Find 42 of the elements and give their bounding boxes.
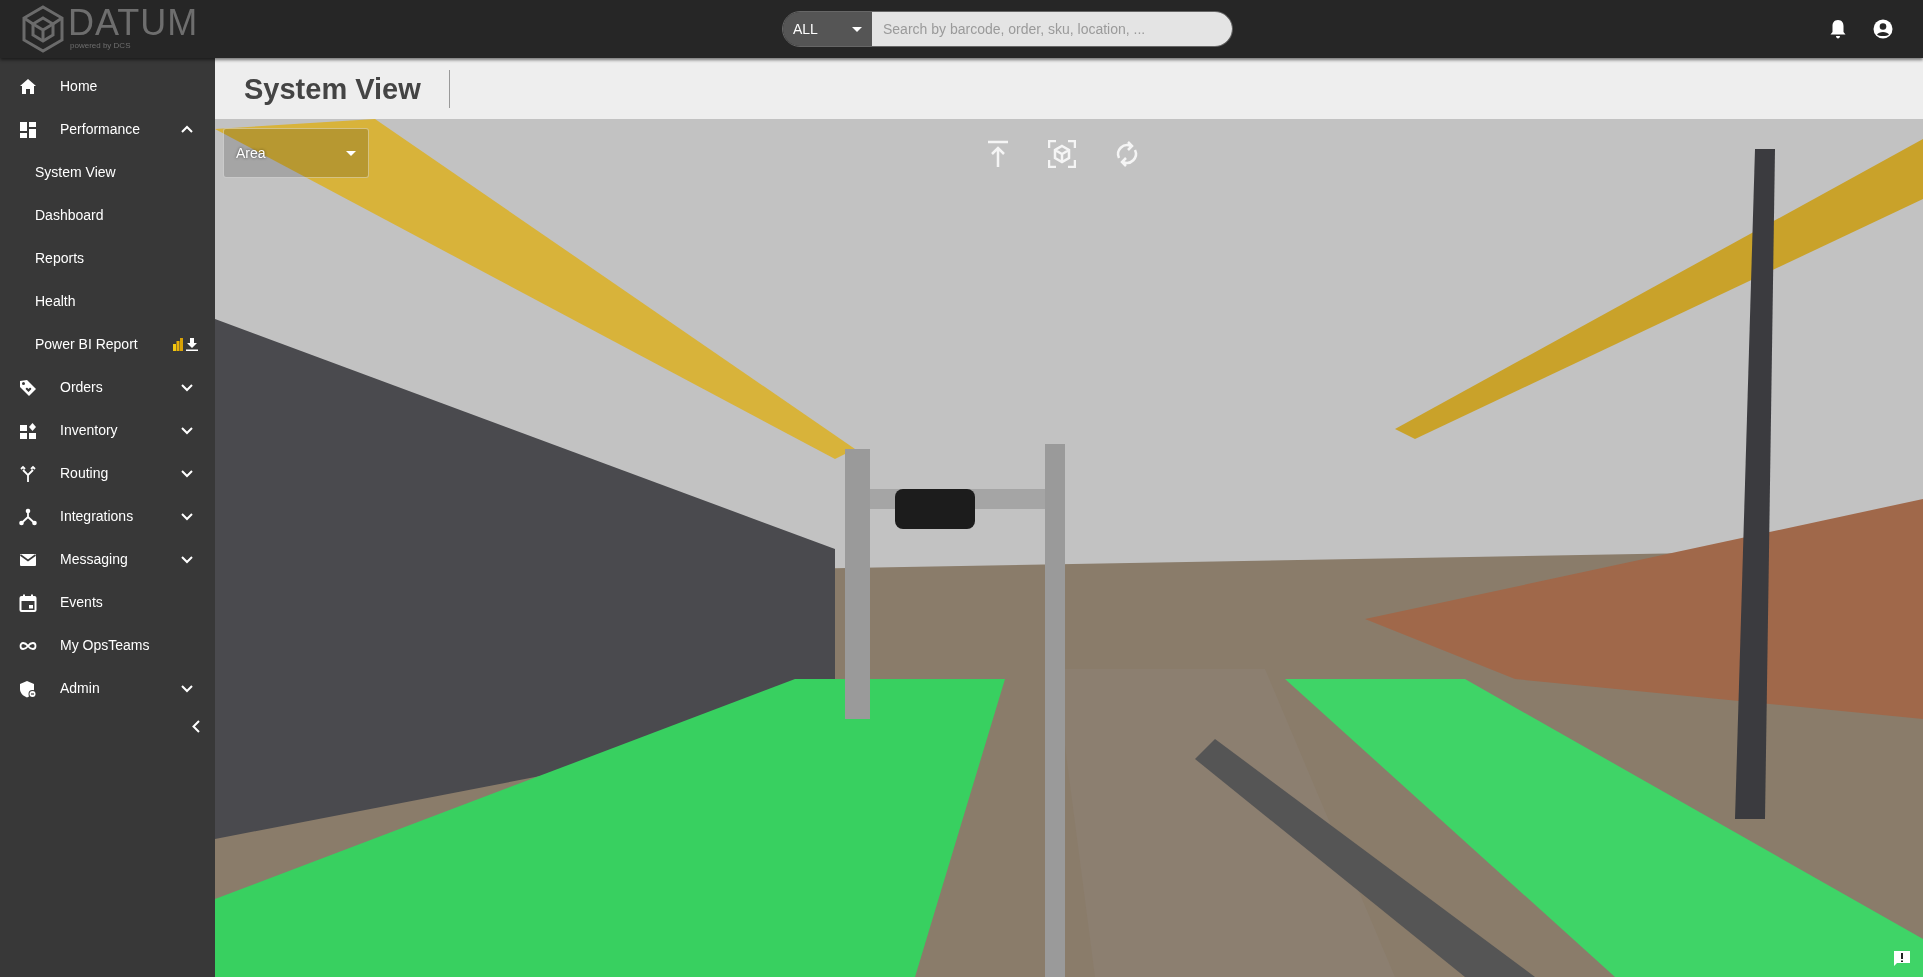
sidebar-item[interactable]: Orders <box>0 366 215 409</box>
sidebar-item[interactable]: Integrations <box>0 495 215 538</box>
feedback-icon[interactable] <box>1893 950 1911 967</box>
sidebar-subitem[interactable]: Dashboard <box>0 194 215 237</box>
download-icon[interactable] <box>186 338 198 351</box>
notifications-icon[interactable] <box>1830 19 1846 39</box>
chevron-down-icon <box>181 555 193 564</box>
sidebar-item[interactable]: Routing <box>0 452 215 495</box>
account-icon[interactable] <box>1873 19 1893 39</box>
sidebar-item[interactable]: My OpsTeams <box>0 624 215 667</box>
collapse-sidebar-icon[interactable] <box>192 720 200 733</box>
chevron-up-icon <box>181 125 193 134</box>
chevron-down-icon <box>181 426 193 435</box>
bar-chart-icon <box>173 338 183 351</box>
home-icon <box>19 77 37 96</box>
shield-icon <box>19 679 37 698</box>
chevron-down-icon <box>181 684 193 693</box>
caret-icon <box>346 150 356 156</box>
sidebar-item[interactable]: Messaging <box>0 538 215 581</box>
sidebar-item[interactable]: Home <box>0 65 215 108</box>
fork-icon <box>19 464 37 483</box>
sidebar-item[interactable]: Performance <box>0 108 215 151</box>
sidebar-subitem[interactable]: Health <box>0 280 215 323</box>
sidebar-subitem[interactable]: System View <box>0 151 215 194</box>
sidebar-subitem[interactable]: Reports <box>0 237 215 280</box>
chevron-down-icon <box>181 469 193 478</box>
area-placeholder: Area <box>236 143 266 163</box>
sidebar-item[interactable]: Inventory <box>0 409 215 452</box>
sidebar-item[interactable]: Admin <box>0 667 215 710</box>
logo-icon <box>20 4 66 54</box>
tag-icon <box>19 378 37 397</box>
sidebar-subitem[interactable]: Power BI Report <box>0 323 215 366</box>
sidebar-item[interactable]: Events <box>0 581 215 624</box>
logo-wordmark: DATUM <box>68 4 199 41</box>
calendar-icon <box>19 593 37 612</box>
dashboard-icon <box>19 120 37 139</box>
widgets-icon <box>19 421 37 440</box>
chevron-down-icon <box>181 512 193 521</box>
chevron-down-icon <box>181 383 193 392</box>
page-title: System View <box>244 69 450 108</box>
logo-tagline: powered by DCS <box>70 40 132 50</box>
hub-icon <box>19 507 37 526</box>
